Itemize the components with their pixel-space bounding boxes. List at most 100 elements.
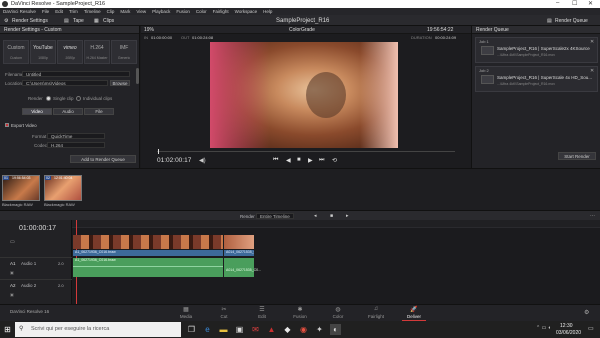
volume-icon[interactable]: ◀) xyxy=(199,157,206,164)
tab-audio[interactable]: Audio xyxy=(53,108,83,115)
app-icon[interactable]: ✦ xyxy=(314,324,325,335)
menu-item[interactable]: Color xyxy=(196,9,207,14)
tape-button[interactable]: Tape xyxy=(73,18,84,24)
edge-icon[interactable]: e xyxy=(202,324,213,335)
render-scope-select[interactable]: Entire Timeline xyxy=(256,213,294,219)
search-placeholder: Scrivi qui per eseguire la ricerca xyxy=(31,326,110,332)
page-cut[interactable]: ✂ Cut xyxy=(209,306,239,319)
track-header-a1[interactable]: A1 Audio 1 2.0 ▣ xyxy=(0,257,72,279)
loop-icon[interactable]: ⟲ xyxy=(332,157,337,164)
timeline-name[interactable]: ColorGrade xyxy=(289,27,315,33)
page-edit[interactable]: ☰ Edit xyxy=(247,306,277,319)
video-clip[interactable] xyxy=(73,235,223,249)
mark-icon[interactable]: ■ xyxy=(330,213,333,219)
menu-item[interactable]: Edit xyxy=(55,9,63,14)
page-deliver[interactable]: 🚀 Deliver xyxy=(399,306,429,319)
browse-button[interactable]: Browse xyxy=(110,80,130,86)
lock-icon[interactable]: ▣ xyxy=(10,270,14,275)
timeline-options-icon[interactable]: ⋯ xyxy=(590,213,595,219)
page-color[interactable]: ◍ Color xyxy=(323,306,353,319)
menu-item[interactable]: Playback xyxy=(152,9,170,14)
format-preset-h264[interactable]: H.264 H.264 Master xyxy=(84,40,110,64)
codec-select[interactable]: H.264 xyxy=(47,142,105,148)
notifications-icon[interactable]: ▭ xyxy=(588,325,594,332)
location-input[interactable]: C:\Users\ms\Videos xyxy=(22,80,108,86)
video-clip[interactable] xyxy=(224,235,254,249)
maximize-button[interactable]: ☐ xyxy=(572,0,577,7)
menu-item[interactable]: Trim xyxy=(69,9,78,14)
task-view-icon[interactable]: ❐ xyxy=(186,324,197,335)
track-header-a2[interactable]: A2 Audio 2 2.0 ▣ xyxy=(0,279,72,301)
tab-video[interactable]: Video xyxy=(22,108,52,115)
tape-icon: ▤ xyxy=(64,18,69,24)
filename-input[interactable]: Untitled xyxy=(22,71,130,77)
menu-item[interactable]: Fusion xyxy=(176,9,190,14)
clip-thumbnail[interactable]: 02 12:01:40:04 xyxy=(44,175,82,201)
remove-job-icon[interactable]: ✕ xyxy=(590,39,594,45)
out-timecode[interactable]: 01:00:24:08 xyxy=(192,35,213,40)
viewer-scrubber[interactable] xyxy=(157,151,455,152)
menu-item[interactable]: Workspace xyxy=(235,9,257,14)
start-render-button[interactable]: Start Render xyxy=(558,152,596,160)
menu-item[interactable]: DaVinci Resolve xyxy=(3,9,36,14)
panel-scrollbar[interactable] xyxy=(136,68,139,84)
store-icon[interactable]: ▣ xyxy=(234,324,245,335)
format-select[interactable]: QuickTime xyxy=(47,133,105,139)
clock-date[interactable]: 03/06/2020 xyxy=(556,330,581,336)
playhead-marker[interactable] xyxy=(158,149,159,154)
step-back-icon[interactable]: ◀ xyxy=(286,157,291,164)
single-clip-radio[interactable] xyxy=(46,96,51,101)
play-icon[interactable]: ▶ xyxy=(308,157,313,164)
zoom-level[interactable]: 19% xyxy=(144,27,154,33)
timeline-ruler[interactable] xyxy=(72,220,600,228)
menu-item[interactable]: Timeline xyxy=(84,9,101,14)
minimize-button[interactable]: – xyxy=(556,0,559,6)
menu-item[interactable]: File xyxy=(42,9,49,14)
page-fairlight[interactable]: ♫ Fairlight xyxy=(361,306,391,319)
tray-icons[interactable]: ⌃ ▭ ◖ xyxy=(536,325,551,331)
individual-clips-radio[interactable] xyxy=(76,96,81,101)
app-icon[interactable]: ◉ xyxy=(298,324,309,335)
audio-clip[interactable]: A014_06271535_C0... xyxy=(224,258,261,277)
app-icon[interactable]: ▲ xyxy=(266,324,277,335)
page-fusion[interactable]: ✱ Fusion xyxy=(285,306,315,319)
go-to-end-icon[interactable]: ⏭ xyxy=(319,157,324,164)
menu-item[interactable]: Clip xyxy=(107,9,115,14)
in-timecode[interactable]: 01:00:00:00 xyxy=(151,35,172,40)
format-preset-imf[interactable]: IMF Generic xyxy=(111,40,137,64)
clock-time[interactable]: 12:30 xyxy=(560,323,573,329)
export-video-checkbox[interactable] xyxy=(5,123,9,127)
menu-item[interactable]: View xyxy=(136,9,146,14)
lock-icon[interactable]: ▣ xyxy=(10,292,14,297)
settings-icon[interactable]: ⚙ xyxy=(584,309,589,316)
clip-thumbnail[interactable]: 01 19:56:54:03 xyxy=(2,175,40,201)
mark-out-icon[interactable]: ▸ xyxy=(346,213,349,219)
render-job[interactable]: Job 1 SampleProject_R16 | SuperScale2x 4… xyxy=(475,37,598,63)
clips-button[interactable]: Clips xyxy=(103,18,114,24)
go-to-start-icon[interactable]: ⏮ xyxy=(273,157,278,164)
start-icon[interactable]: ⊞ xyxy=(2,324,13,335)
render-queue-button[interactable]: Render Queue xyxy=(555,18,588,24)
mark-in-icon[interactable]: ◂ xyxy=(314,213,317,219)
menu-item[interactable]: Mark xyxy=(120,9,130,14)
clip-number: 01 xyxy=(3,176,9,180)
format-preset-youtube[interactable]: YouTube 1080p xyxy=(30,40,56,64)
audio-clip[interactable]: A1_06271936_C016.braw xyxy=(73,258,223,277)
close-button[interactable]: ✕ xyxy=(588,0,593,7)
taskbar-search[interactable]: ⚲ Scrivi qui per eseguire la ricerca xyxy=(15,322,181,337)
mail-icon[interactable]: ✉ xyxy=(250,324,261,335)
file-explorer-icon[interactable]: ▬ xyxy=(218,324,229,335)
davinci-resolve-taskbar-icon[interactable]: ◐ xyxy=(330,324,341,335)
render-settings-button[interactable]: Render Settings xyxy=(12,18,48,24)
app-icon[interactable]: ◆ xyxy=(282,324,293,335)
tab-file[interactable]: File xyxy=(84,108,114,115)
add-to-render-queue-button[interactable]: Add to Render Queue xyxy=(70,155,136,163)
render-job[interactable]: Job 2 SampleProject_R16 | SuperScale 4x … xyxy=(475,66,598,92)
menu-item[interactable]: Fairlight xyxy=(213,9,229,14)
format-preset-vimeo[interactable]: vimeo 1080p xyxy=(57,40,83,64)
remove-job-icon[interactable]: ✕ xyxy=(590,68,594,74)
format-preset-custom[interactable]: Custom Custom xyxy=(3,40,29,64)
menu-item[interactable]: Help xyxy=(263,9,272,14)
stop-icon[interactable]: ■ xyxy=(297,157,301,163)
page-media[interactable]: ▦ Media xyxy=(171,306,201,319)
